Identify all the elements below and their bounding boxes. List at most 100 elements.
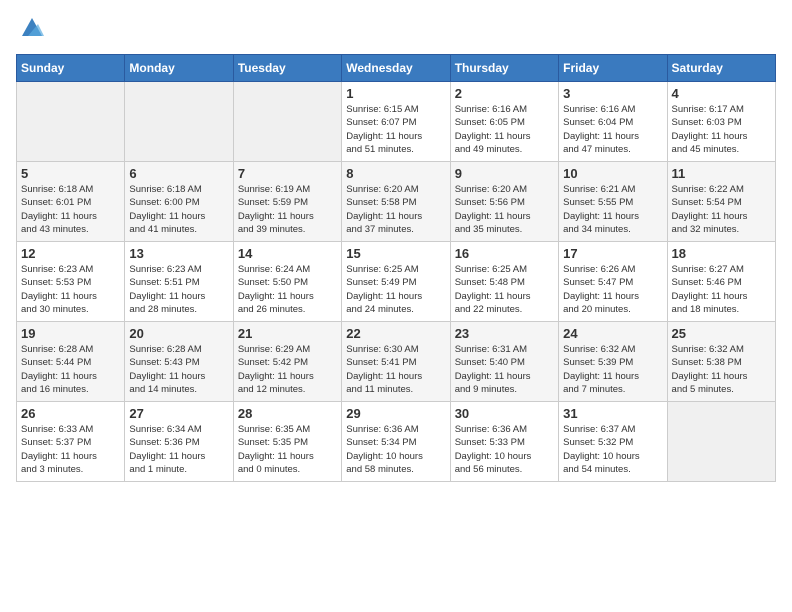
day-cell: 31 Sunrise: 6:37 AMSunset: 5:32 PMDayligh… (559, 402, 667, 482)
day-info: Sunrise: 6:23 AMSunset: 5:53 PMDaylight:… (21, 263, 120, 316)
day-number: 19 (21, 326, 120, 341)
day-number: 31 (563, 406, 662, 421)
day-cell (667, 402, 775, 482)
day-info: Sunrise: 6:16 AMSunset: 6:04 PMDaylight:… (563, 103, 662, 156)
calendar-container: SundayMondayTuesdayWednesdayThursdayFrid… (0, 0, 792, 492)
day-number: 6 (129, 166, 228, 181)
day-number: 3 (563, 86, 662, 101)
day-number: 22 (346, 326, 445, 341)
day-number: 9 (455, 166, 554, 181)
day-cell (17, 82, 125, 162)
day-cell: 24 Sunrise: 6:32 AMSunset: 5:39 PMDayligh… (559, 322, 667, 402)
day-cell: 13 Sunrise: 6:23 AMSunset: 5:51 PMDayligh… (125, 242, 233, 322)
day-cell: 27Sunrise: 6:34 AMSunset: 5:36 PMDayligh… (125, 402, 233, 482)
day-info: Sunrise: 6:27 AMSunset: 5:46 PMDaylight:… (672, 263, 771, 316)
logo (16, 16, 46, 42)
day-number: 7 (238, 166, 337, 181)
day-number: 10 (563, 166, 662, 181)
day-number: 14 (238, 246, 337, 261)
day-info: Sunrise: 6:19 AMSunset: 5:59 PMDaylight:… (238, 183, 337, 236)
day-info: Sunrise: 6:25 AMSunset: 5:48 PMDaylight:… (455, 263, 554, 316)
day-info: Sunrise: 6:32 AMSunset: 5:39 PMDaylight:… (563, 343, 662, 396)
day-cell: 20 Sunrise: 6:28 AMSunset: 5:43 PMDayligh… (125, 322, 233, 402)
day-number: 12 (21, 246, 120, 261)
header (16, 16, 776, 42)
day-cell: 26 Sunrise: 6:33 AMSunset: 5:37 PMDayligh… (17, 402, 125, 482)
day-info: Sunrise: 6:20 AMSunset: 5:56 PMDaylight:… (455, 183, 554, 236)
day-cell: 3 Sunrise: 6:16 AMSunset: 6:04 PMDaylight… (559, 82, 667, 162)
day-info: Sunrise: 6:28 AMSunset: 5:43 PMDaylight:… (129, 343, 228, 396)
day-number: 20 (129, 326, 228, 341)
col-header-saturday: Saturday (667, 55, 775, 82)
day-number: 25 (672, 326, 771, 341)
day-number: 16 (455, 246, 554, 261)
day-info: Sunrise: 6:23 AMSunset: 5:51 PMDaylight:… (129, 263, 228, 316)
day-number: 30 (455, 406, 554, 421)
day-cell: 14 Sunrise: 6:24 AMSunset: 5:50 PMDayligh… (233, 242, 341, 322)
day-cell: 19 Sunrise: 6:28 AMSunset: 5:44 PMDayligh… (17, 322, 125, 402)
day-cell: 1 Sunrise: 6:15 AMSunset: 6:07 PMDaylight… (342, 82, 450, 162)
col-header-wednesday: Wednesday (342, 55, 450, 82)
day-number: 5 (21, 166, 120, 181)
day-cell: 17 Sunrise: 6:26 AMSunset: 5:47 PMDayligh… (559, 242, 667, 322)
day-number: 24 (563, 326, 662, 341)
day-number: 13 (129, 246, 228, 261)
day-number: 17 (563, 246, 662, 261)
day-cell: 11Sunrise: 6:22 AMSunset: 5:54 PMDayligh… (667, 162, 775, 242)
day-cell: 23Sunrise: 6:31 AMSunset: 5:40 PMDayligh… (450, 322, 558, 402)
day-info: Sunrise: 6:24 AMSunset: 5:50 PMDaylight:… (238, 263, 337, 316)
day-cell: 8 Sunrise: 6:20 AMSunset: 5:58 PMDaylight… (342, 162, 450, 242)
day-info: Sunrise: 6:22 AMSunset: 5:54 PMDaylight:… (672, 183, 771, 236)
day-number: 26 (21, 406, 120, 421)
day-info: Sunrise: 6:29 AMSunset: 5:42 PMDaylight:… (238, 343, 337, 396)
day-number: 29 (346, 406, 445, 421)
col-header-tuesday: Tuesday (233, 55, 341, 82)
day-cell: 4Sunrise: 6:17 AMSunset: 6:03 PMDaylight… (667, 82, 775, 162)
day-info: Sunrise: 6:21 AMSunset: 5:55 PMDaylight:… (563, 183, 662, 236)
day-info: Sunrise: 6:28 AMSunset: 5:44 PMDaylight:… (21, 343, 120, 396)
day-info: Sunrise: 6:32 AMSunset: 5:38 PMDaylight:… (672, 343, 771, 396)
day-cell: 5 Sunrise: 6:18 AMSunset: 6:01 PMDaylight… (17, 162, 125, 242)
day-info: Sunrise: 6:36 AMSunset: 5:33 PMDaylight:… (455, 423, 554, 476)
day-cell (125, 82, 233, 162)
week-row-1: 1 Sunrise: 6:15 AMSunset: 6:07 PMDaylight… (17, 82, 776, 162)
col-header-monday: Monday (125, 55, 233, 82)
day-cell: 25 Sunrise: 6:32 AMSunset: 5:38 PMDayligh… (667, 322, 775, 402)
day-number: 4 (672, 86, 771, 101)
day-info: Sunrise: 6:18 AMSunset: 6:01 PMDaylight:… (21, 183, 120, 236)
header-row: SundayMondayTuesdayWednesdayThursdayFrid… (17, 55, 776, 82)
day-number: 21 (238, 326, 337, 341)
day-info: Sunrise: 6:30 AMSunset: 5:41 PMDaylight:… (346, 343, 445, 396)
day-cell: 29 Sunrise: 6:36 AMSunset: 5:34 PMDayligh… (342, 402, 450, 482)
day-info: Sunrise: 6:15 AMSunset: 6:07 PMDaylight:… (346, 103, 445, 156)
day-cell: 7 Sunrise: 6:19 AMSunset: 5:59 PMDaylight… (233, 162, 341, 242)
day-info: Sunrise: 6:20 AMSunset: 5:58 PMDaylight:… (346, 183, 445, 236)
week-row-3: 12 Sunrise: 6:23 AMSunset: 5:53 PMDayligh… (17, 242, 776, 322)
day-cell: 2 Sunrise: 6:16 AMSunset: 6:05 PMDaylight… (450, 82, 558, 162)
day-info: Sunrise: 6:33 AMSunset: 5:37 PMDaylight:… (21, 423, 120, 476)
day-cell: 30 Sunrise: 6:36 AMSunset: 5:33 PMDayligh… (450, 402, 558, 482)
day-cell: 10 Sunrise: 6:21 AMSunset: 5:55 PMDayligh… (559, 162, 667, 242)
day-cell: 12 Sunrise: 6:23 AMSunset: 5:53 PMDayligh… (17, 242, 125, 322)
logo-icon (18, 14, 46, 42)
day-info: Sunrise: 6:35 AMSunset: 5:35 PMDaylight:… (238, 423, 337, 476)
day-number: 8 (346, 166, 445, 181)
week-row-4: 19 Sunrise: 6:28 AMSunset: 5:44 PMDayligh… (17, 322, 776, 402)
day-number: 18 (672, 246, 771, 261)
day-number: 15 (346, 246, 445, 261)
col-header-friday: Friday (559, 55, 667, 82)
day-info: Sunrise: 6:26 AMSunset: 5:47 PMDaylight:… (563, 263, 662, 316)
day-cell: 9 Sunrise: 6:20 AMSunset: 5:56 PMDaylight… (450, 162, 558, 242)
day-number: 2 (455, 86, 554, 101)
day-info: Sunrise: 6:31 AMSunset: 5:40 PMDaylight:… (455, 343, 554, 396)
day-info: Sunrise: 6:37 AMSunset: 5:32 PMDaylight:… (563, 423, 662, 476)
day-info: Sunrise: 6:36 AMSunset: 5:34 PMDaylight:… (346, 423, 445, 476)
day-info: Sunrise: 6:34 AMSunset: 5:36 PMDaylight:… (129, 423, 228, 476)
week-row-5: 26 Sunrise: 6:33 AMSunset: 5:37 PMDayligh… (17, 402, 776, 482)
day-cell: 6Sunrise: 6:18 AMSunset: 6:00 PMDaylight… (125, 162, 233, 242)
day-cell: 16 Sunrise: 6:25 AMSunset: 5:48 PMDayligh… (450, 242, 558, 322)
day-cell: 18 Sunrise: 6:27 AMSunset: 5:46 PMDayligh… (667, 242, 775, 322)
day-info: Sunrise: 6:16 AMSunset: 6:05 PMDaylight:… (455, 103, 554, 156)
day-cell: 15Sunrise: 6:25 AMSunset: 5:49 PMDayligh… (342, 242, 450, 322)
day-number: 1 (346, 86, 445, 101)
